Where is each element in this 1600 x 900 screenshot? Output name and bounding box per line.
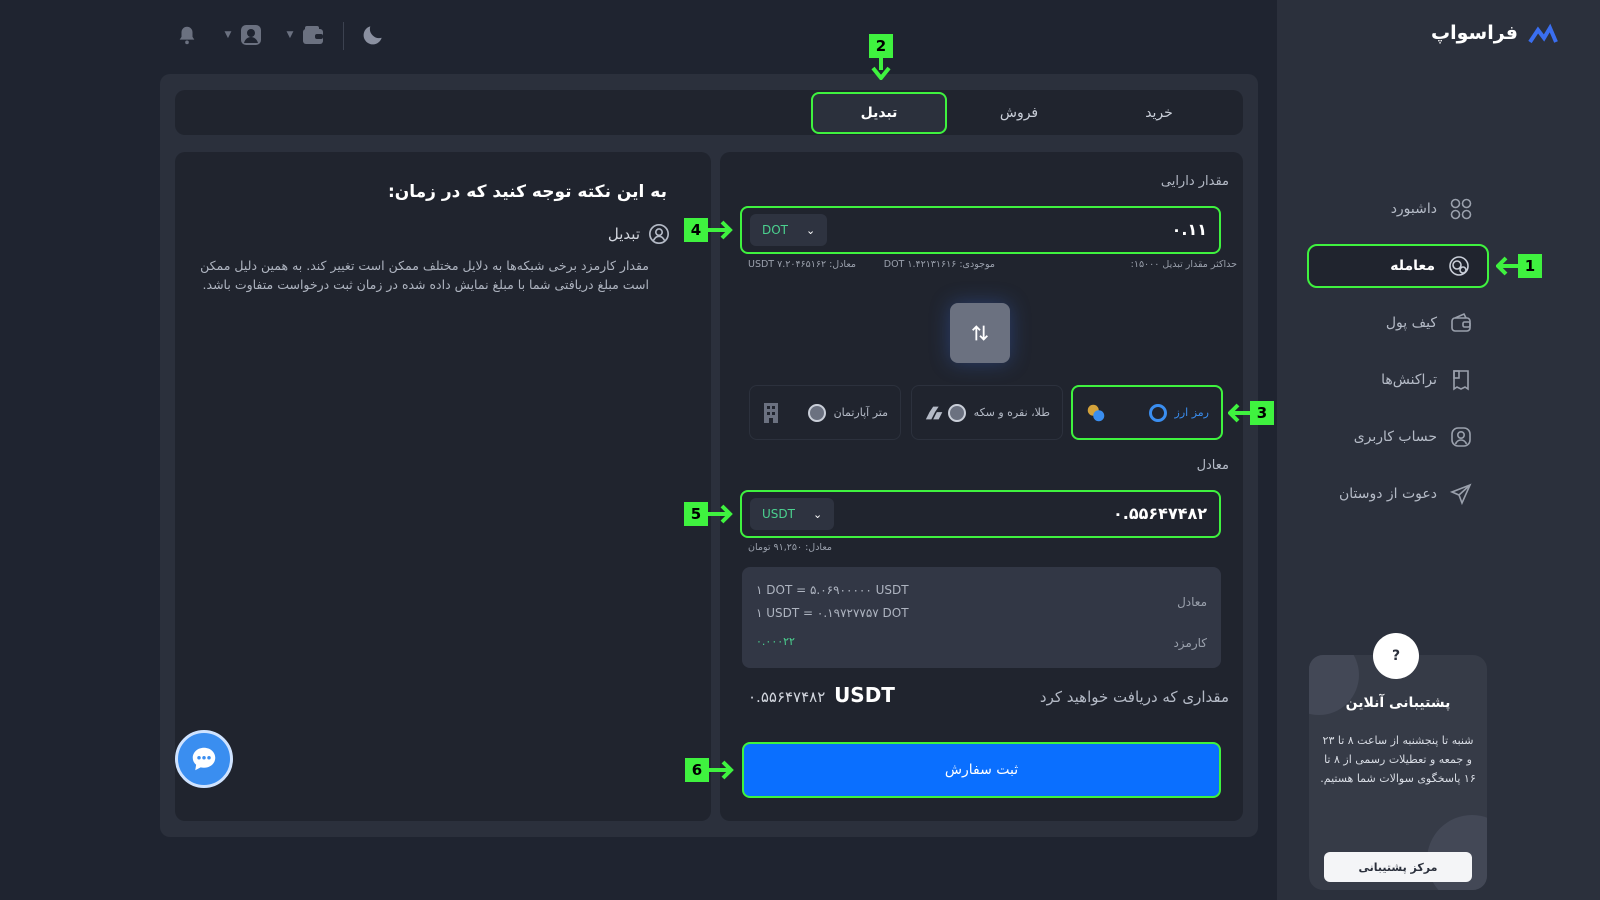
receipt-icon	[1449, 368, 1473, 392]
chat-icon	[192, 747, 216, 771]
rate-info-box: معادل ۱ DOT = ۵.۰۶۹۰۰۰۰۰ USDT ۱ USDT = ۰…	[742, 567, 1221, 668]
annotation-marker-5: 5	[684, 502, 734, 526]
asset-option-gold[interactable]: طلا، نقره و سکه	[911, 385, 1063, 440]
logo-text: فراسواپ	[1431, 22, 1518, 44]
radio-gold[interactable]	[947, 403, 966, 422]
notice-card: به این نکته توجه کنید که در زمان: تبدیل …	[175, 152, 711, 821]
avatar-icon	[241, 25, 262, 45]
sidebar-item-trade[interactable]: معامله	[1307, 244, 1489, 288]
balance-equiv-hint: معادل: USDT ۷.۲۰۴۶۵۱۶۲	[748, 259, 856, 270]
balance-hint: موجودی: DOT ۱.۴۲۱۳۱۶۱۶	[883, 259, 995, 270]
logo-mark-icon	[1528, 23, 1558, 44]
support-text: شنبه تا پنجشنبه از ساعت ۸ تا ۲۳ و جمعه و…	[1320, 734, 1476, 785]
receive-amount: ۰.۵۵۶۴۷۴۸۲ USDT	[748, 683, 895, 707]
annotation-marker-6: 6	[685, 758, 735, 782]
rate-line-usdt-dot: ۱ USDT = ۰.۱۹۷۲۷۷۵۷ DOT	[756, 606, 909, 620]
to-amount-value[interactable]: ۰.۵۵۶۴۷۴۸۲	[1113, 504, 1207, 523]
annotation-marker-1: 1	[1496, 254, 1542, 278]
fee-label: کارمزد	[1173, 636, 1207, 650]
annotation-marker-3: 3	[1228, 401, 1274, 425]
annotation-marker-2: 2	[869, 34, 893, 80]
bell-icon[interactable]	[174, 22, 200, 48]
equivalent-label: معادل	[1196, 458, 1229, 473]
receive-label: مقداری که دریافت خواهید کرد	[1039, 688, 1229, 706]
from-amount-input[interactable]: ۰.۱۱	[1172, 220, 1207, 239]
wallet-menu[interactable]: ▼	[282, 22, 330, 48]
chevron-down-icon: ⌄	[812, 507, 823, 521]
rate-line-dot-usdt: ۱ DOT = ۵.۰۶۹۰۰۰۰۰ USDT	[756, 583, 909, 597]
grid-icon	[1449, 197, 1473, 221]
topbar-divider	[343, 22, 344, 50]
from-currency-select[interactable]: DOT ⌄	[750, 214, 828, 246]
chevron-down-icon: ⌄	[806, 223, 816, 237]
asset-option-apartment[interactable]: متر آپارتمان	[749, 385, 901, 440]
asset-amount-label: مقدار دارایی	[1160, 174, 1229, 189]
notice-title: به این نکته توجه کنید که در زمان:	[387, 182, 667, 202]
to-currency-select[interactable]: USDT ⌄	[750, 498, 835, 530]
chat-bubble-button[interactable]	[175, 730, 233, 788]
rate-label: معادل	[1177, 595, 1207, 609]
profile-menu[interactable]: ▼	[220, 22, 268, 48]
swap-arrows-icon	[972, 325, 988, 341]
submit-order-button[interactable]: ثبت سفارش	[742, 742, 1221, 798]
asset-option-crypto[interactable]: رمز ارز	[1071, 385, 1223, 440]
wallet-icon	[1449, 311, 1473, 335]
sidebar-item-wallet[interactable]: کیف پول	[1307, 301, 1489, 345]
toman-equiv-hint: معادل: ۹۱,۲۵۰ تومان	[748, 542, 832, 553]
notice-subtitle: تبدیل	[608, 223, 670, 245]
sidebar: فراسواپ داشبورد معامله کیف پول تراکنش‌ها…	[1277, 0, 1600, 900]
question-mark-icon: ?	[1373, 633, 1419, 679]
tab-convert[interactable]: تبدیل	[811, 92, 947, 134]
building-icon	[764, 402, 778, 423]
convert-form-card: مقدار دارایی DOT ⌄ ۰.۱۱ حداکثر مقدار تبد…	[720, 152, 1243, 821]
support-card: پشتیبانی آنلاین شنبه تا پنجشنبه از ساعت …	[1309, 655, 1487, 890]
user-shield-icon	[649, 224, 669, 244]
from-amount-field: DOT ⌄ ۰.۱۱	[740, 206, 1221, 254]
fee-value: ۰.۰۰۰۲۲	[756, 635, 795, 648]
swap-button[interactable]	[950, 303, 1010, 363]
sidebar-item-invite[interactable]: دعوت از دوستان	[1307, 472, 1489, 516]
to-amount-field: USDT ⌄ ۰.۵۵۶۴۷۴۸۲	[740, 490, 1221, 538]
sidebar-item-transactions[interactable]: تراکنش‌ها	[1307, 358, 1489, 402]
support-title: پشتیبانی آنلاین	[1345, 695, 1451, 711]
notice-text: مقدار کارمزد برخی شبکه‌ها به دلایل مختلف…	[200, 258, 649, 292]
wallet-icon	[303, 26, 324, 44]
sidebar-item-account[interactable]: حساب کاربری	[1307, 415, 1489, 459]
app-logo[interactable]: فراسواپ	[1431, 22, 1558, 44]
chevron-down-icon: ▼	[286, 30, 294, 40]
chevron-down-icon: ▼	[224, 30, 232, 40]
dark-mode-moon-icon[interactable]	[360, 22, 386, 48]
trade-icon	[1447, 254, 1471, 278]
user-icon	[1449, 425, 1473, 449]
sidebar-item-dashboard[interactable]: داشبورد	[1307, 187, 1489, 231]
tab-buy[interactable]: خرید	[1091, 92, 1227, 134]
coins-icon	[1087, 404, 1105, 421]
max-convert-hint: حداکثر مقدار تبدیل ۱۵۰۰۰:	[1130, 259, 1237, 270]
radio-crypto[interactable]	[1148, 403, 1167, 422]
annotation-marker-4: 4	[684, 218, 734, 242]
radio-apartment[interactable]	[807, 403, 826, 422]
tab-sell[interactable]: فروش	[951, 92, 1087, 134]
gold-bars-icon	[925, 406, 943, 419]
support-center-button[interactable]: مرکز پشتیبانی	[1324, 852, 1472, 882]
send-icon	[1449, 482, 1473, 506]
